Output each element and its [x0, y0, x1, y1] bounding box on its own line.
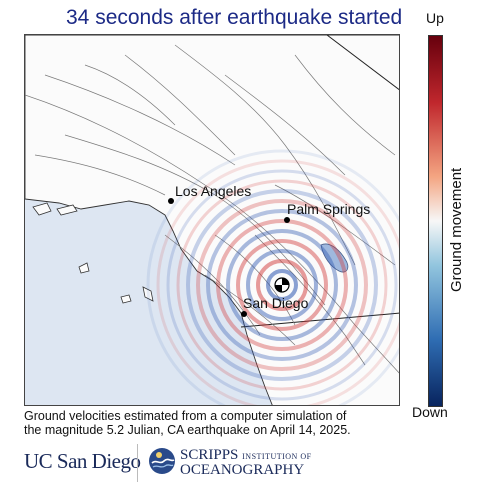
city-dot-palm-springs	[284, 217, 290, 223]
simulation-map: Los Angeles Palm Springs San Diego	[24, 34, 400, 406]
colorbar	[428, 35, 443, 407]
colorbar-top-label: Up	[426, 10, 444, 26]
ucsd-logo: UC San Diego	[24, 449, 141, 473]
caption: Ground velocities estimated from a compu…	[24, 409, 444, 437]
city-dot-san-diego	[241, 311, 247, 317]
scripps-emblem-icon	[149, 448, 175, 474]
map-canvas	[25, 35, 399, 405]
city-label-los-angeles: Los Angeles	[175, 183, 252, 199]
map-title: 34 seconds after earthquake started	[66, 6, 403, 29]
city-label-san-diego: San Diego	[243, 295, 309, 311]
scripps-logo-line-2: OCEANOGRAPHY	[180, 462, 305, 478]
epicenter-beachball-icon	[274, 277, 290, 293]
logo-divider	[137, 444, 138, 482]
scripps-word: SCRIPPS	[180, 447, 239, 463]
caption-line-1: Ground velocities estimated from a compu…	[24, 409, 347, 423]
city-dot-los-angeles	[168, 198, 174, 204]
caption-line-2: the magnitude 5.2 Julian, CA earthquake …	[24, 423, 351, 437]
city-label-palm-springs: Palm Springs	[287, 201, 371, 217]
institution-of-word: INSTITUTION OF	[242, 452, 312, 461]
colorbar-axis-label: Ground movement	[448, 167, 465, 292]
